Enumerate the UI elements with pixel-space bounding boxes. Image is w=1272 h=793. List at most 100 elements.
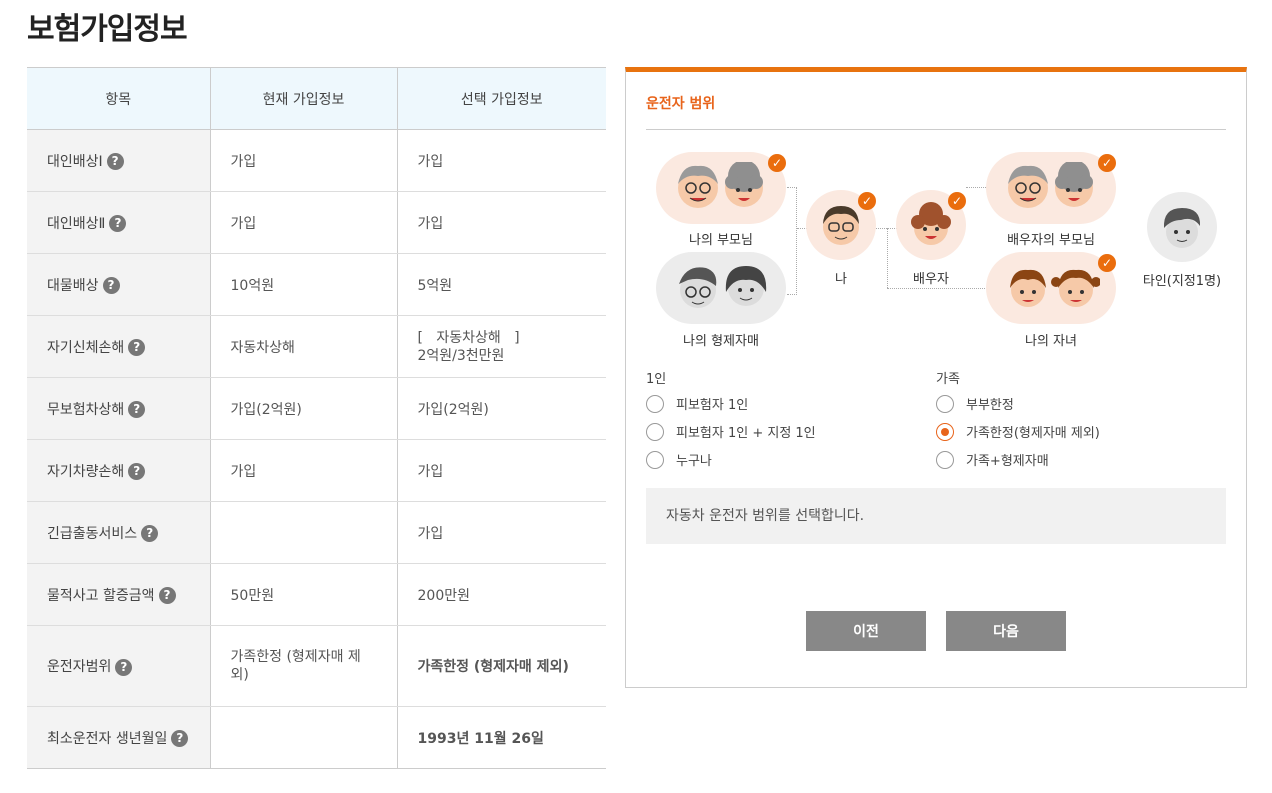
radio-option[interactable]: 가족한정(형제자매 제외) bbox=[936, 422, 1100, 441]
row-selected-value: 가입 bbox=[396, 501, 606, 564]
figure-my-parents[interactable]: ✓ 나의 부모님 bbox=[656, 152, 786, 248]
table-row: 자기차량손해? 가입 가입 bbox=[27, 439, 606, 502]
row-item-label: 대인배상Ⅱ bbox=[47, 215, 106, 232]
help-icon[interactable]: ? bbox=[109, 215, 127, 232]
radio-button[interactable] bbox=[936, 450, 954, 469]
radio-label: 가족+형제자매 bbox=[966, 454, 1049, 469]
row-current-value: 가족한정 (형제자매 제외) bbox=[209, 625, 397, 707]
row-item-cell: 무보험차상해? bbox=[27, 377, 210, 440]
help-icon[interactable]: ? bbox=[106, 153, 124, 170]
figure-label: 나의 형제자매 bbox=[683, 334, 759, 349]
radio-option[interactable]: 누구나 bbox=[646, 450, 712, 469]
row-item-cell: 대물배상? bbox=[27, 253, 210, 316]
help-icon[interactable]: ? bbox=[171, 730, 189, 747]
row-selected-value: 가입 bbox=[396, 129, 606, 192]
spouse-face-icon bbox=[911, 202, 951, 245]
header-current: 현재 가입정보 bbox=[209, 67, 397, 130]
selected-line-1: [ 자동차상해 ] bbox=[417, 329, 520, 346]
radio-option[interactable]: 피보험자 1인 + 지정 1인 bbox=[646, 422, 816, 441]
header-item: 항목 bbox=[27, 67, 210, 130]
other-face-icon bbox=[1163, 208, 1201, 248]
connector-line bbox=[887, 288, 985, 289]
figure-spouse-parents[interactable]: ✓ 배우자의 부모님 bbox=[986, 152, 1116, 248]
radio-button-selected[interactable] bbox=[936, 422, 954, 441]
help-icon[interactable]: ? bbox=[158, 587, 176, 604]
check-icon: ✓ bbox=[768, 154, 786, 172]
figure-my-siblings[interactable]: 나의 형제자매 bbox=[656, 252, 786, 349]
figure-my-children[interactable]: ✓ 나의 자녀 bbox=[986, 252, 1116, 349]
me-face-icon bbox=[823, 206, 859, 245]
radio-label: 가족한정(형제자매 제외) bbox=[966, 426, 1100, 441]
row-item-label: 물적사고 할증금액 bbox=[47, 587, 155, 604]
row-selected-value: 5억원 bbox=[396, 253, 606, 316]
row-item-label: 대인배상Ⅰ bbox=[47, 153, 103, 170]
check-icon: ✓ bbox=[1098, 154, 1116, 172]
row-item-cell: 자기신체손해? bbox=[27, 315, 210, 378]
panel-title: 운전자 범위 bbox=[646, 96, 716, 112]
row-selected-value: 가입(2억원) bbox=[396, 377, 606, 440]
table-row: 대인배상Ⅱ? 가입 가입 bbox=[27, 191, 606, 254]
row-current-value: 자동차상해 bbox=[209, 315, 397, 378]
help-icon[interactable]: ? bbox=[115, 658, 133, 676]
spouse-parents-faces-icon bbox=[1008, 162, 1093, 208]
header-selected: 선택 가입정보 bbox=[396, 67, 606, 130]
group-single-label: 1인 bbox=[646, 372, 667, 387]
row-current-value: 가입(2억원) bbox=[209, 377, 397, 440]
connector-line bbox=[787, 187, 797, 295]
row-current-value: 가입 bbox=[209, 439, 397, 502]
page-title: 보험가입정보 bbox=[27, 12, 188, 47]
row-item-label: 무보험차상해 bbox=[47, 401, 125, 418]
row-selected-value: 200만원 bbox=[396, 563, 606, 626]
parents-faces-icon bbox=[678, 162, 763, 208]
table-header-row: 항목 현재 가입정보 선택 가입정보 bbox=[27, 67, 606, 130]
radio-button[interactable] bbox=[646, 394, 664, 413]
row-current-value: 50만원 bbox=[209, 563, 397, 626]
next-button[interactable]: 다음 bbox=[946, 611, 1066, 651]
radio-option[interactable]: 가족+형제자매 bbox=[936, 450, 1049, 469]
children-faces-icon bbox=[1010, 269, 1100, 307]
row-current-value: 10억원 bbox=[209, 253, 397, 316]
figure-spouse[interactable]: ✓ 배우자 bbox=[896, 190, 968, 287]
figure-label: 배우자 bbox=[913, 272, 949, 287]
row-item-label: 긴급출동서비스 bbox=[47, 525, 138, 542]
group-family-label: 가족 bbox=[936, 372, 960, 387]
radio-option[interactable]: 부부한정 bbox=[936, 394, 1014, 413]
radio-label: 피보험자 1인 + 지정 1인 bbox=[676, 426, 816, 441]
row-item-cell: 대인배상Ⅱ? bbox=[27, 191, 210, 254]
help-icon[interactable]: ? bbox=[102, 277, 120, 294]
check-icon: ✓ bbox=[1098, 254, 1116, 272]
row-selected-value: 가입 bbox=[396, 439, 606, 502]
prev-button[interactable]: 이전 bbox=[806, 611, 926, 651]
panel-divider bbox=[646, 129, 1226, 130]
table-row: 자기신체손해? 자동차상해 [ 자동차상해 ] 2억원/3천만원 bbox=[27, 315, 606, 378]
row-item-label: 자기차량손해 bbox=[47, 463, 125, 480]
info-box: 자동차 운전자 범위를 선택합니다. bbox=[646, 488, 1226, 544]
radio-label: 누구나 bbox=[676, 454, 712, 469]
radio-button[interactable] bbox=[936, 394, 954, 413]
table-row: 물적사고 할증금액? 50만원 200만원 bbox=[27, 563, 606, 626]
selected-line-2: 2억원/3천만원 bbox=[417, 347, 505, 364]
figure-label: 나 bbox=[835, 272, 847, 287]
radio-button[interactable] bbox=[646, 422, 664, 441]
row-item-label: 자기신체손해 bbox=[47, 339, 125, 356]
connector-line bbox=[887, 228, 888, 288]
figure-me[interactable]: ✓ 나 bbox=[806, 190, 878, 287]
radio-label: 피보험자 1인 bbox=[676, 398, 749, 413]
siblings-faces-icon bbox=[679, 266, 767, 308]
table-row: 운전자범위? 가족한정 (형제자매 제외) 가족한정 (형제자매 제외) bbox=[27, 625, 606, 707]
row-item-cell: 물적사고 할증금액? bbox=[27, 563, 210, 626]
figure-label: 나의 자녀 bbox=[1025, 334, 1077, 349]
row-item-cell: 운전자범위? bbox=[27, 625, 210, 707]
figure-other[interactable]: 타인(지정1명) bbox=[1141, 192, 1223, 289]
radio-button[interactable] bbox=[646, 450, 664, 469]
help-icon[interactable]: ? bbox=[128, 463, 146, 480]
help-icon[interactable]: ? bbox=[128, 339, 146, 356]
help-icon[interactable]: ? bbox=[128, 401, 146, 418]
help-icon[interactable]: ? bbox=[141, 525, 159, 542]
radio-option[interactable]: 피보험자 1인 bbox=[646, 394, 748, 413]
row-item-label: 대물배상 bbox=[47, 277, 99, 294]
row-current-value bbox=[209, 706, 397, 769]
table-row: 최소운전자 생년월일? 1993년 11월 26일 bbox=[27, 706, 606, 769]
radio-label: 부부한정 bbox=[966, 398, 1014, 413]
row-selected-value: 가족한정 (형제자매 제외) bbox=[396, 625, 606, 707]
